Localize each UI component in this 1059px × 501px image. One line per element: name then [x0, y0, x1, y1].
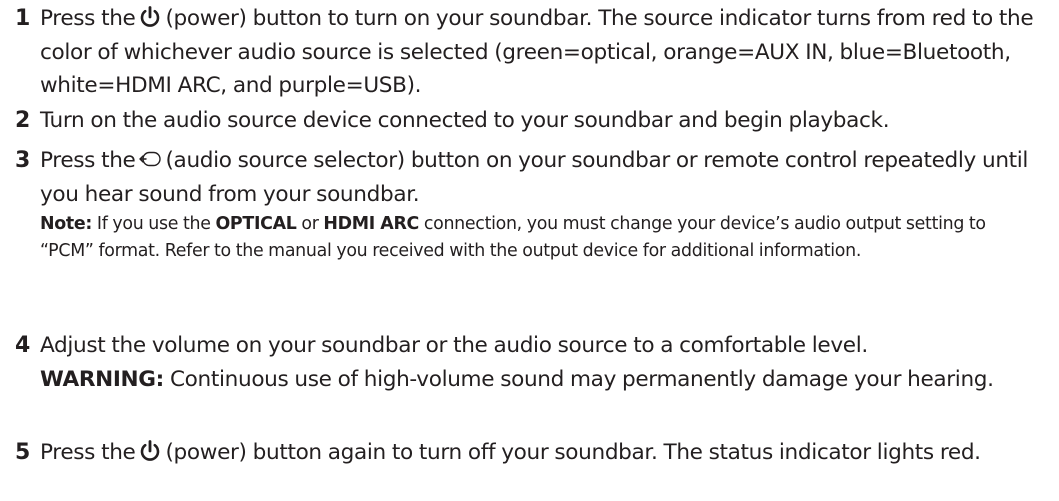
- step-number: 2: [15, 108, 31, 133]
- step-note: Note: If you use the OPTICAL or HDMI ARC…: [40, 211, 1041, 265]
- note-label: Note:: [40, 214, 93, 234]
- step-text: Press the (power) button to turn on your …: [40, 2, 1041, 103]
- optical-label: OPTICAL: [215, 214, 297, 234]
- warning-label: WARNING:: [40, 366, 164, 392]
- step-text: Press the (audio source selector) button …: [40, 144, 1041, 211]
- step-text-after: (audio source selector) button on your s…: [40, 148, 1029, 207]
- step-text-before: Press the: [40, 440, 136, 465]
- step-text: Press the (power) button again to turn of…: [40, 436, 1041, 470]
- step-4: 4 Adjust the volume on your soundbar or …: [0, 329, 1059, 396]
- step-warning: WARNING: Continuous use of high-volume s…: [40, 363, 1041, 397]
- step-number: 5: [15, 440, 31, 465]
- power-icon: [138, 440, 162, 462]
- step-5: 5 Press the (power) button again to turn …: [0, 436, 1059, 470]
- step-text-before: Press the: [40, 148, 136, 173]
- note-text: If you use the: [96, 214, 211, 234]
- step-number: 3: [15, 148, 31, 173]
- power-icon: [138, 6, 162, 28]
- step-text: Turn on the audio source device connecte…: [40, 108, 890, 133]
- source-selector-icon: [138, 148, 162, 170]
- note-or: or: [301, 214, 319, 234]
- warning-text: Continuous use of high-volume sound may …: [169, 366, 994, 392]
- step-text-after: (power) button again to turn off your so…: [165, 440, 981, 465]
- step-text-before: Press the: [40, 6, 136, 31]
- step-text: Adjust the volume on your soundbar or th…: [40, 333, 868, 358]
- step-number: 1: [15, 6, 31, 31]
- step-1: 1 Press the (power) button to turn on you…: [0, 2, 1059, 103]
- instruction-steps: 1 Press the (power) button to turn on you…: [0, 0, 1059, 501]
- step-2: 2 Turn on the audio source device connec…: [0, 104, 1059, 138]
- hdmi-arc-label: HDMI ARC: [323, 214, 420, 234]
- step-text-after: (power) button to turn on your soundbar.…: [40, 6, 1034, 98]
- step-number: 4: [15, 333, 31, 358]
- step-3: 3 Press the (audio source selector) butto…: [0, 144, 1059, 265]
